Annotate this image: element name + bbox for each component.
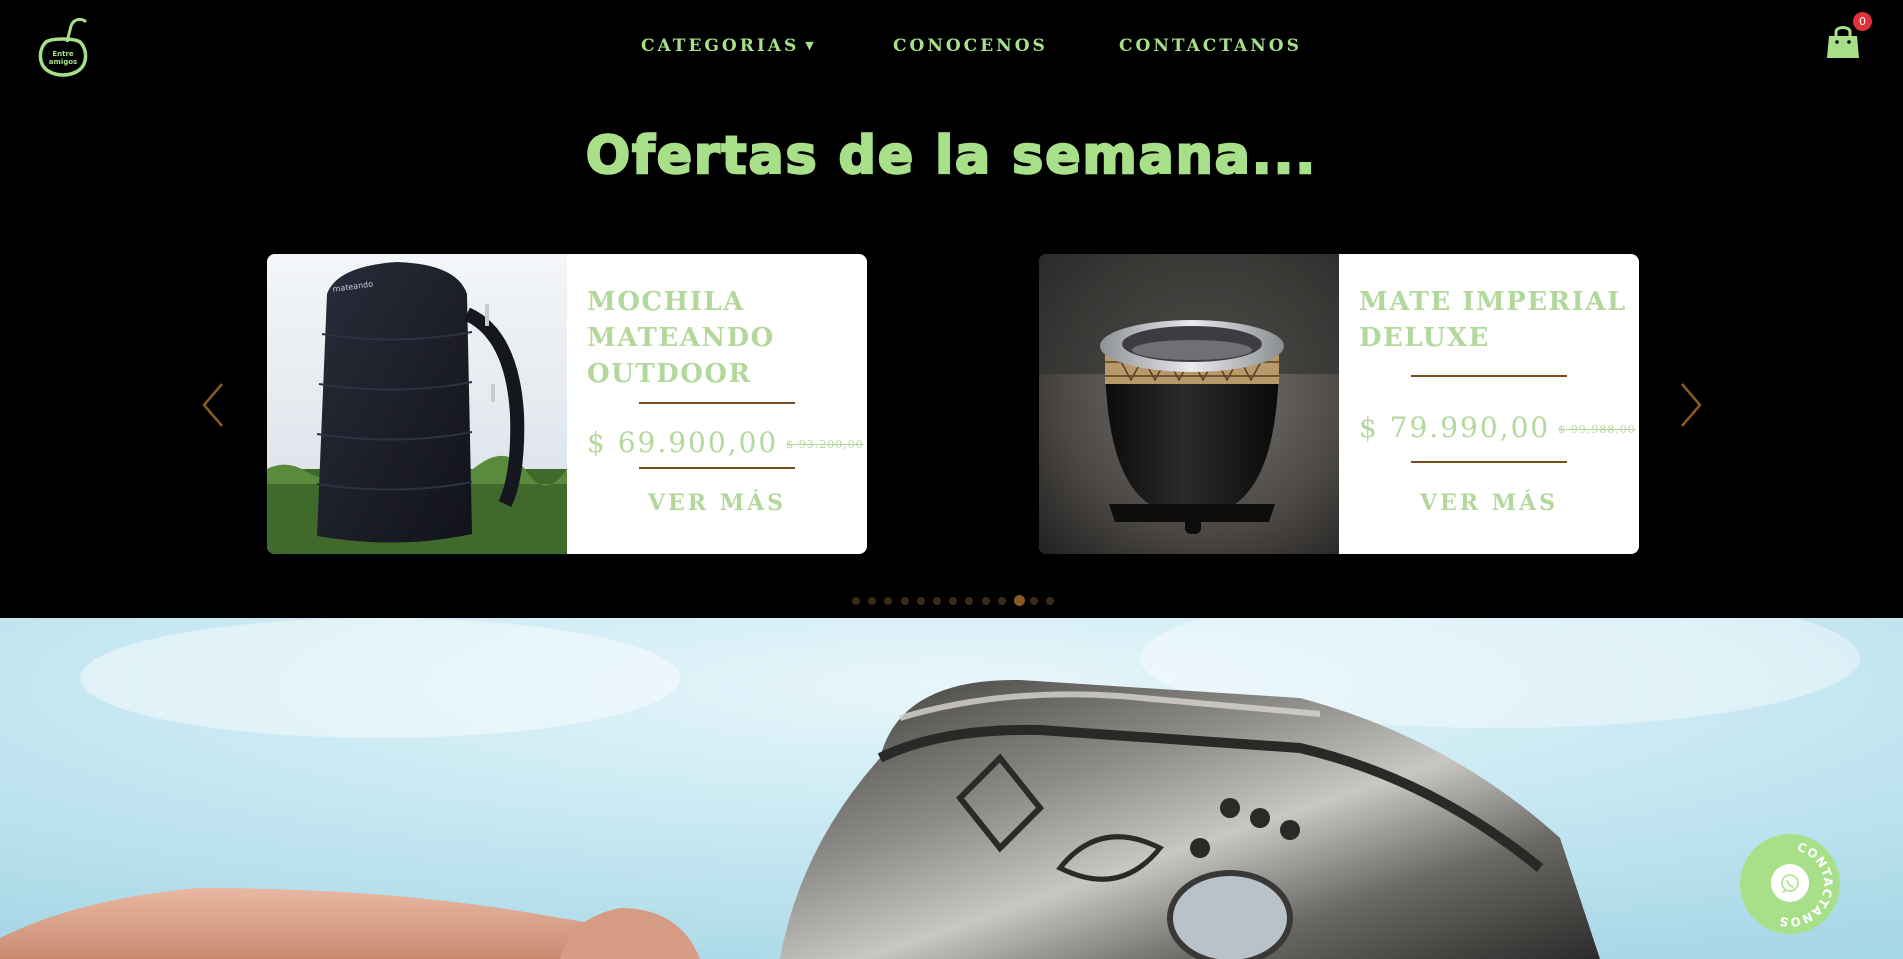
product-image-mate[interactable] (1039, 254, 1339, 554)
chevron-down-icon: ▼ (805, 39, 817, 52)
hero-mate-image (0, 618, 1903, 959)
main-nav: CATEGORIAS ▼ CONOCENOS CONTACTANOS (0, 36, 1903, 60)
product-card[interactable]: mateando MOCHILA MATEANDO OUTDOOR $ 69.9… (267, 254, 867, 554)
product-card[interactable]: MATE IMPERIAL DELUXE $ 79.990,00 $ 99.988… (1039, 254, 1639, 554)
ver-mas-button[interactable]: VER MÁS (1339, 490, 1639, 516)
contact-fab[interactable]: CONTACTANOS (1740, 834, 1840, 934)
divider (1411, 375, 1567, 377)
divider (639, 467, 795, 469)
carousel-dot[interactable] (933, 597, 941, 605)
product-title: MATE IMPERIAL DELUXE (1359, 287, 1627, 353)
carousel-dot[interactable] (1014, 595, 1025, 606)
carousel-dot[interactable] (949, 597, 958, 605)
product-card-body: MATE IMPERIAL DELUXE $ 79.990,00 $ 99.988… (1339, 254, 1639, 554)
whatsapp-icon (1781, 874, 1799, 893)
product-image-backpack[interactable]: mateando (267, 254, 567, 554)
carousel-dot[interactable] (1046, 597, 1055, 605)
chevron-left-icon[interactable] (198, 380, 228, 430)
divider (639, 402, 795, 404)
nav-contactanos[interactable]: CONTACTANOS (1119, 36, 1302, 56)
hero-banner (0, 618, 1903, 959)
site-header: Entre amigos CATEGORIAS ▼ CONOCENOS CONTA… (0, 0, 1903, 95)
product-price: $ 69.900,00 (587, 426, 779, 459)
product-card-body: MOCHILA MATEANDO OUTDOOR $ 69.900,00 $ 93… (567, 254, 867, 554)
price-row: $ 69.900,00 $ 93.200,00 (587, 426, 864, 459)
product-old-price: $ 93.200,00 (786, 438, 864, 451)
carousel-dot[interactable] (981, 597, 990, 605)
divider (1411, 461, 1567, 463)
backpack-image: mateando (267, 254, 567, 554)
price-row: $ 79.990,00 $ 99.988,00 (1359, 411, 1636, 444)
product-title: MOCHILA MATEANDO OUTDOOR (587, 287, 775, 389)
product-price: $ 79.990,00 (1359, 411, 1551, 444)
carousel-dot[interactable] (965, 597, 974, 605)
carousel-dot[interactable] (997, 597, 1006, 605)
carousel-dot[interactable] (900, 597, 909, 605)
ver-mas-button[interactable]: VER MÁS (567, 490, 867, 516)
carousel-dot[interactable] (868, 597, 877, 605)
offers-carousel: mateando MOCHILA MATEANDO OUTDOOR $ 69.9… (0, 230, 1903, 620)
nav-categorias[interactable]: CATEGORIAS ▼ (641, 36, 817, 56)
cart-count-badge: 0 (1853, 12, 1872, 31)
mate-image (1039, 254, 1339, 554)
nav-categorias-label: CATEGORIAS (641, 36, 800, 56)
nav-conocenos[interactable]: CONOCENOS (893, 36, 1048, 56)
carousel-dot[interactable] (884, 597, 893, 605)
carousel-dot[interactable] (852, 597, 860, 605)
offers-title: Ofertas de la semana... (585, 125, 1318, 188)
carousel-dot[interactable] (1030, 597, 1039, 605)
product-old-price: $ 99.988,00 (1558, 423, 1636, 436)
carousel-dot[interactable] (916, 597, 925, 605)
chevron-right-icon[interactable] (1676, 380, 1706, 430)
